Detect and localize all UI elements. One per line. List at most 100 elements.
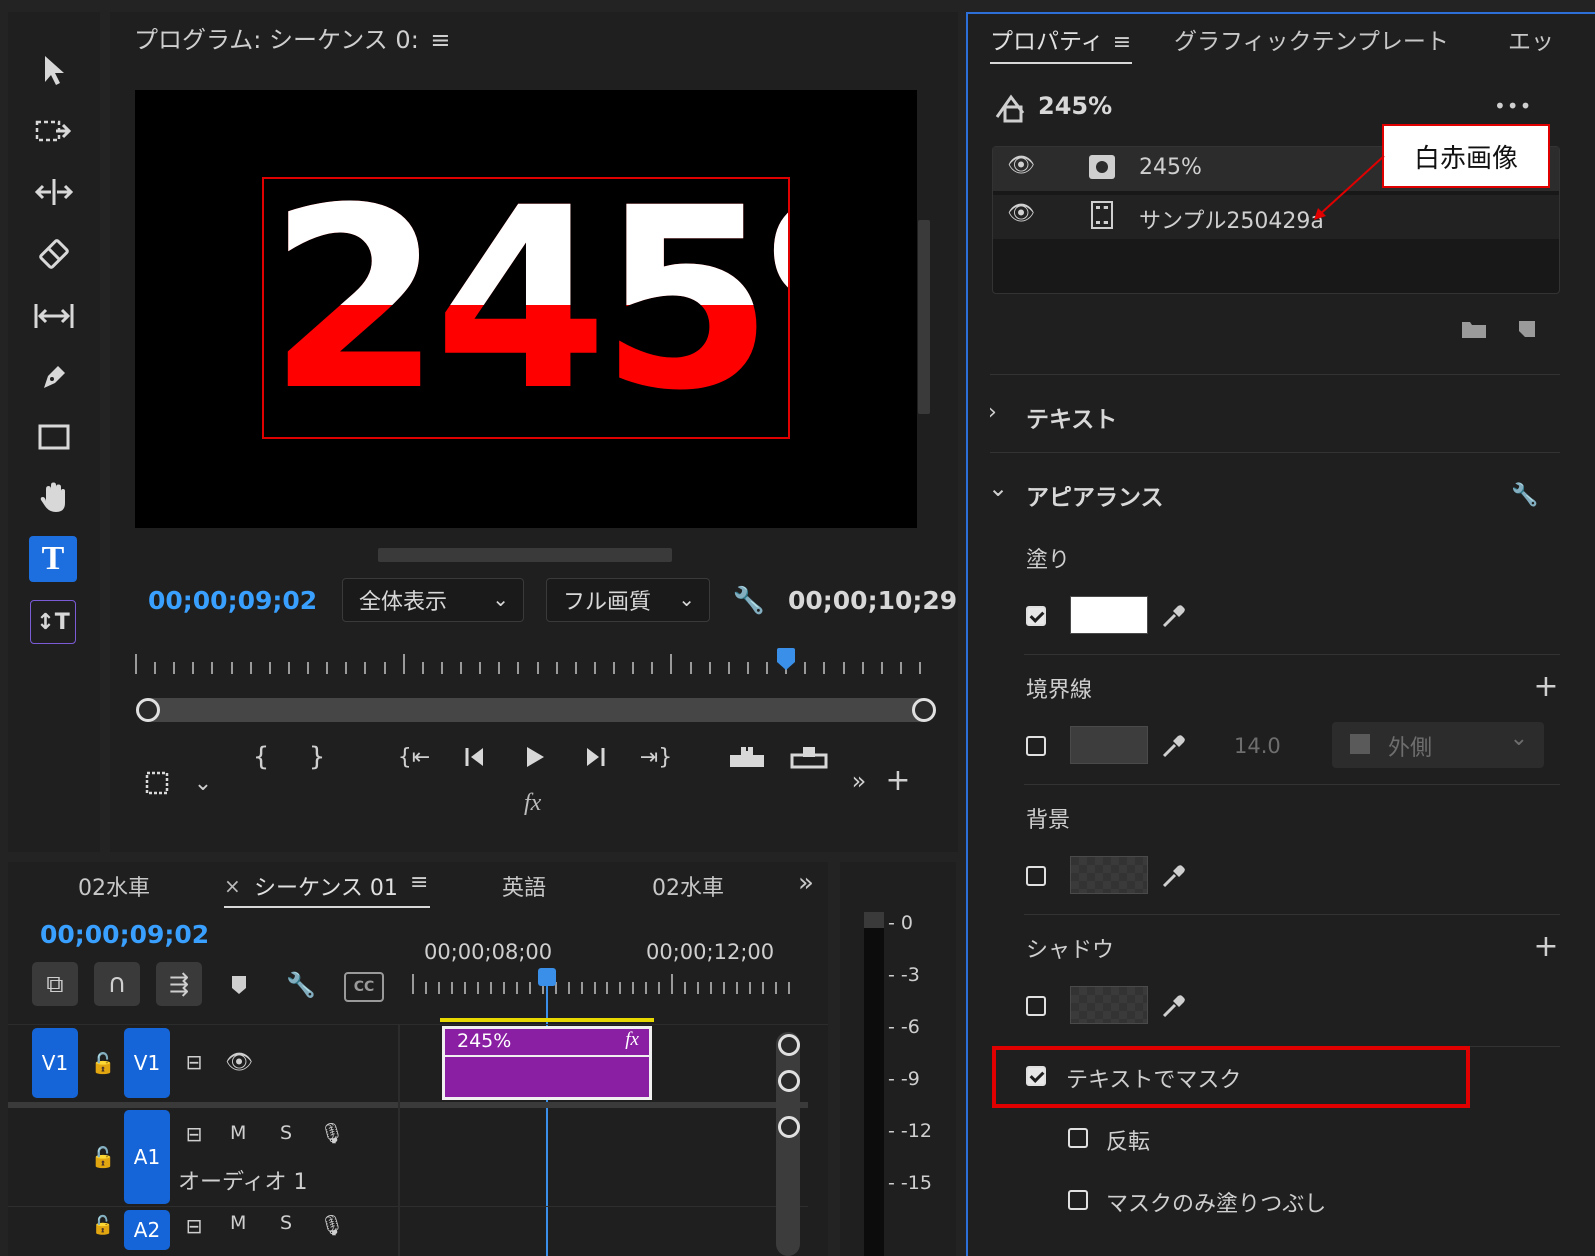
- clip-fx-badge[interactable]: fx: [625, 1029, 639, 1051]
- playback-resolution-select[interactable]: フル画質 ⌄: [546, 578, 710, 622]
- extract-icon[interactable]: [788, 740, 830, 774]
- eye-icon[interactable]: 👁: [224, 1048, 254, 1076]
- vertical-type-tool-icon[interactable]: ↕T: [30, 600, 76, 644]
- tab-graphic-templates[interactable]: グラフィックテンプレート: [1174, 22, 1449, 56]
- video-preview[interactable]: 245% 245%: [135, 90, 917, 528]
- lock-icon[interactable]: 🔓: [90, 1048, 116, 1078]
- section-text-header[interactable]: › テキスト: [988, 400, 1548, 434]
- step-back-icon[interactable]: [458, 740, 492, 774]
- mask-with-text-checkbox[interactable]: [1026, 1066, 1046, 1086]
- play-icon[interactable]: [518, 740, 552, 774]
- stroke-checkbox[interactable]: [1026, 736, 1046, 756]
- more-controls-icon[interactable]: »: [844, 766, 874, 796]
- timeline-clip[interactable]: 245% fx: [442, 1026, 652, 1100]
- timeline-tab-active[interactable]: × シーケンス 01 ≡: [224, 866, 430, 908]
- solo-button[interactable]: S: [280, 1122, 292, 1144]
- eyedropper-icon[interactable]: [1158, 730, 1190, 762]
- monitor-horizontal-scrollbar[interactable]: [378, 548, 672, 562]
- more-options-icon[interactable]: •••: [1494, 94, 1532, 118]
- eye-icon[interactable]: 👁: [1007, 201, 1035, 226]
- mute-button[interactable]: M: [230, 1212, 246, 1234]
- pen-tool-icon[interactable]: [34, 356, 74, 396]
- wrench-icon[interactable]: 🔧: [1508, 478, 1542, 512]
- lock-icon[interactable]: 🔓: [90, 1142, 116, 1172]
- captions-icon[interactable]: CC: [344, 972, 384, 1002]
- stroke-position-select[interactable]: 外側 ⌄: [1332, 722, 1544, 768]
- scroll-handle-top[interactable]: [778, 1034, 800, 1056]
- track-v1-source[interactable]: V1: [32, 1028, 78, 1098]
- zoom-scroll-bar[interactable]: [138, 698, 934, 722]
- razor-tool-icon[interactable]: [32, 234, 76, 274]
- lift-icon[interactable]: [726, 740, 768, 774]
- go-to-in-icon[interactable]: {⇤: [394, 740, 434, 774]
- nest-sequence-icon[interactable]: ⧉: [32, 962, 78, 1006]
- fill-mask-only-checkbox[interactable]: [1068, 1190, 1088, 1210]
- fill-checkbox[interactable]: [1026, 606, 1046, 626]
- eyedropper-icon[interactable]: [1158, 600, 1190, 632]
- microphone-icon[interactable]: 🎙: [318, 1210, 346, 1240]
- timeline-tab-3[interactable]: 英語: [502, 870, 546, 902]
- track-a1-target[interactable]: A1: [124, 1110, 170, 1204]
- eyedropper-icon[interactable]: [1158, 860, 1190, 892]
- linked-selection-icon[interactable]: ⇶: [156, 962, 202, 1006]
- ripple-edit-tool-icon[interactable]: [32, 172, 76, 212]
- mark-out-icon[interactable]: }: [302, 740, 332, 774]
- add-button-icon[interactable]: +: [882, 763, 914, 798]
- add-marker-icon[interactable]: [224, 970, 254, 1000]
- folder-icon[interactable]: [1458, 314, 1490, 344]
- program-current-timecode[interactable]: 00;00;09;02: [148, 586, 317, 615]
- layer-row-video[interactable]: 👁 サンプル250429a: [993, 195, 1559, 239]
- type-tool-icon[interactable]: T: [29, 536, 77, 582]
- zoom-level-select[interactable]: 全体表示 ⌄: [342, 578, 524, 622]
- scroll-handle-audio[interactable]: [778, 1116, 800, 1138]
- solo-button[interactable]: S: [280, 1212, 292, 1234]
- timeline-more-tabs[interactable]: »: [798, 868, 814, 898]
- program-monitor-title[interactable]: プログラム: シーケンス 0: ≡: [134, 20, 451, 55]
- track-v1-target[interactable]: V1: [124, 1028, 170, 1098]
- timeline-ruler[interactable]: [412, 972, 792, 994]
- hamburger-icon[interactable]: ≡: [430, 26, 450, 54]
- hamburger-icon[interactable]: ≡: [1113, 30, 1131, 55]
- eye-icon[interactable]: 👁: [1007, 153, 1035, 178]
- hand-tool-icon[interactable]: [34, 478, 74, 518]
- add-stroke-icon[interactable]: +: [1530, 669, 1562, 704]
- eyedropper-icon[interactable]: [1158, 990, 1190, 1022]
- mini-time-ruler[interactable]: [135, 648, 923, 674]
- timeline-tab-4[interactable]: 02水車: [652, 870, 724, 902]
- work-area-bar[interactable]: [440, 1018, 654, 1022]
- wrench-icon[interactable]: 🔧: [732, 584, 766, 618]
- stroke-width-value[interactable]: 14.0: [1234, 734, 1281, 758]
- fx-label[interactable]: fx: [524, 790, 541, 817]
- text-bounding-box[interactable]: 245% 245%: [262, 177, 790, 439]
- zoom-handle-right[interactable]: [912, 698, 936, 722]
- lock-icon[interactable]: 🔓: [90, 1210, 116, 1240]
- step-forward-icon[interactable]: [578, 740, 612, 774]
- hamburger-icon[interactable]: ≡: [410, 870, 428, 895]
- shadow-color-swatch[interactable]: [1070, 986, 1148, 1024]
- safe-margins-icon[interactable]: [140, 766, 174, 800]
- slip-tool-icon[interactable]: [30, 296, 78, 336]
- go-to-out-icon[interactable]: ⇥}: [636, 740, 676, 774]
- tab-properties[interactable]: プロパティ ≡: [990, 22, 1132, 64]
- track-select-tool-icon[interactable]: [32, 112, 76, 152]
- close-icon[interactable]: ×: [224, 874, 241, 898]
- sync-lock-icon[interactable]: ⊟: [180, 1048, 208, 1076]
- zoom-handle-left[interactable]: [136, 698, 160, 722]
- fill-color-swatch[interactable]: [1070, 596, 1148, 634]
- shadow-checkbox[interactable]: [1026, 996, 1046, 1016]
- mute-button[interactable]: M: [230, 1122, 246, 1144]
- wrench-icon[interactable]: 🔧: [284, 968, 318, 1002]
- mark-in-icon[interactable]: {: [246, 740, 276, 774]
- timeline-vertical-scrollbar[interactable]: [776, 1032, 800, 1256]
- section-appearance-header[interactable]: ⌄ アピアランス: [988, 474, 1548, 512]
- invert-checkbox[interactable]: [1068, 1128, 1088, 1148]
- track-a2-target[interactable]: A2: [124, 1210, 170, 1250]
- playhead-marker[interactable]: [777, 648, 795, 662]
- selection-tool-icon[interactable]: [34, 50, 74, 90]
- microphone-icon[interactable]: 🎙: [318, 1118, 346, 1148]
- scroll-handle-bottom[interactable]: [778, 1070, 800, 1092]
- tab-effects[interactable]: エッ: [1508, 22, 1554, 56]
- background-checkbox[interactable]: [1026, 866, 1046, 886]
- new-layer-icon[interactable]: [1512, 314, 1542, 344]
- snap-magnet-icon[interactable]: ∩: [94, 962, 140, 1006]
